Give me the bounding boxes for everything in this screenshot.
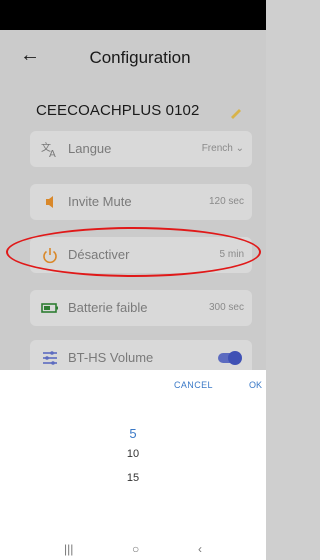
cancel-button[interactable]: CANCEL [174,380,213,390]
speaker-mute-icon [46,196,53,208]
setting-value[interactable]: 300 sec [209,302,244,313]
setting-row-invite-mute[interactable]: Invite Mute 120 sec [30,184,252,220]
picker-option[interactable]: 15 [0,472,266,484]
chevron-down-icon: ⌄ [235,143,244,154]
setting-value[interactable]: French ⌄ [202,143,244,154]
system-nav-bar: ||| ○ ‹ [0,540,266,560]
status-bar [0,0,266,30]
svg-text:A: A [49,149,56,159]
pencil-icon[interactable] [228,104,244,120]
page-title: Configuration [89,48,191,67]
sliders-icon [43,351,57,365]
setting-row-batterie-faible[interactable]: Batterie faible 300 sec [30,290,252,326]
setting-label: Batterie faible [68,300,148,315]
setting-value[interactable]: 120 sec [209,196,244,207]
home-icon[interactable]: ○ [132,542,139,556]
device-name: CEECOACHPLUS 0102 [36,102,200,119]
ok-button[interactable]: OK [249,380,262,390]
setting-label: BT-HS Volume [68,350,154,365]
translate-icon: 文 A [41,141,56,159]
setting-label: Langue [68,141,112,156]
battery-icon [41,303,58,313]
setting-row-langue[interactable]: 文 A Langue French ⌄ [30,131,252,167]
picker-sheet: CANCEL OK 5 10 15 [0,370,266,540]
picker-option-selected[interactable]: 5 [0,426,266,441]
app-header: ← Configuration [0,30,266,86]
recent-apps-icon[interactable]: ||| [64,542,73,556]
highlight-annotation [6,227,261,277]
toggle-knob [228,351,242,365]
picker-option[interactable]: 10 [0,448,266,460]
back-nav-icon[interactable]: ‹ [198,542,202,556]
setting-label: Invite Mute [68,194,132,209]
volume-toggle[interactable] [218,351,242,365]
